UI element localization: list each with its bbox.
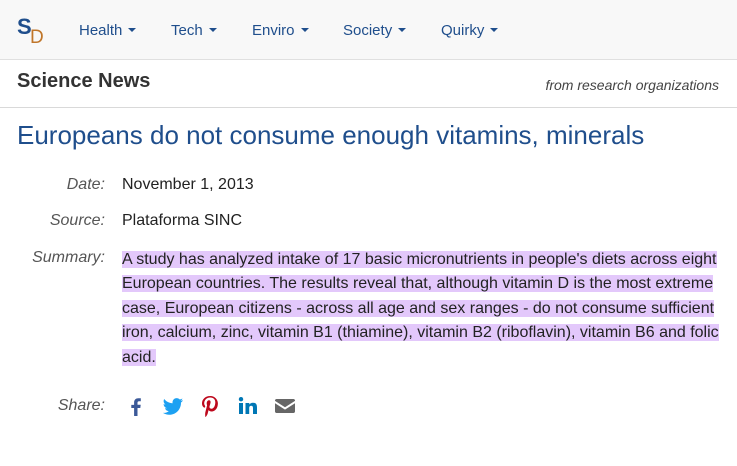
linkedin-icon[interactable] <box>236 394 260 418</box>
top-navbar: S D Health Tech Enviro Society Quirky <box>0 0 737 60</box>
nav-item-label: Enviro <box>252 22 295 39</box>
email-icon[interactable] <box>273 394 297 418</box>
logo-letter-d: D <box>30 27 44 48</box>
date-value: November 1, 2013 <box>122 176 254 193</box>
summary-highlighted-text: A study has analyzed intake of 17 basic … <box>122 251 719 366</box>
pinterest-icon[interactable] <box>198 394 222 418</box>
twitter-icon[interactable] <box>161 394 185 418</box>
nav-item-label: Health <box>79 22 123 39</box>
facebook-icon[interactable] <box>124 394 148 418</box>
nav-item-society[interactable]: Society <box>343 22 407 39</box>
caret-down-icon <box>208 28 217 33</box>
nav-item-quirky[interactable]: Quirky <box>441 22 499 39</box>
share-label: Share: <box>57 397 105 414</box>
article-headline: Europeans do not consume enough vitamins… <box>17 120 645 150</box>
source-value: Plataforma SINC <box>122 212 243 229</box>
caret-down-icon <box>128 28 137 33</box>
caret-down-icon <box>300 28 309 33</box>
section-title[interactable]: Science News <box>17 70 150 93</box>
nav-item-tech[interactable]: Tech <box>171 22 217 39</box>
date-label: Date: <box>66 176 105 193</box>
nav-item-label: Quirky <box>441 22 485 39</box>
caret-down-icon <box>398 28 407 33</box>
site-logo[interactable]: S D <box>17 14 51 48</box>
summary-text: A study has analyzed intake of 17 basic … <box>122 248 722 370</box>
nav-item-enviro[interactable]: Enviro <box>252 22 309 39</box>
section-header: Science News from research organizations <box>0 60 737 108</box>
nav-item-label: Tech <box>171 22 203 39</box>
nav-item-health[interactable]: Health <box>79 22 137 39</box>
source-label: Source: <box>49 212 105 229</box>
section-tagline: from research organizations <box>545 77 719 93</box>
summary-label: Summary: <box>32 249 105 266</box>
caret-down-icon <box>490 28 499 33</box>
nav-item-label: Society <box>343 22 393 39</box>
